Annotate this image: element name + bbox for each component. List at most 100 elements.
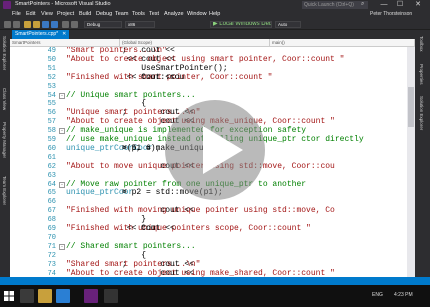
line-number: 69 [47,225,56,233]
solution-explorer-tab[interactable]: Solution Explorer [2,36,7,70]
visual-studio-taskbar-icon[interactable] [84,289,98,303]
line-number: 67 [47,207,56,216]
vertical-scrollbar[interactable] [407,47,415,277]
menu-team[interactable]: Team [115,11,128,17]
save-all-icon[interactable] [51,21,58,28]
open-file-icon[interactable] [33,21,40,28]
line-number: 55 [47,100,56,109]
menu-analyze[interactable]: Analyze [164,11,184,17]
menu-debug[interactable]: Debug [96,11,112,17]
debug-target-select[interactable]: Auto [275,21,301,28]
code-token: "About to create object using smart poin… [66,54,345,64]
forward-icon[interactable] [13,21,20,28]
line-number: 74 [47,269,56,278]
status-bar [0,277,430,285]
edge-taskbar-icon[interactable] [56,289,70,303]
code-line[interactable]: 67 cout << "Finished with moving unique … [10,206,407,216]
windows-start-icon[interactable] [4,291,14,301]
code-line[interactable]: 52 cout << "Finished with smart pointer,… [10,73,407,83]
line-number: 66 [47,198,56,207]
new-project-icon[interactable] [24,21,31,28]
solution-configuration-select[interactable]: Debug [84,21,122,28]
file-explorer-taskbar-icon[interactable] [38,289,52,303]
left-tool-window-strip: Solution Explorer Class View Property Ma… [0,30,10,277]
line-number: 54 [47,91,56,100]
save-icon[interactable] [42,21,49,28]
menu-edit[interactable]: Edit [26,11,35,17]
code-text: cout << "Finished with unique pointers s… [66,224,311,234]
visual-studio-logo-icon [3,1,11,9]
member-dropdown[interactable]: main() [270,39,415,47]
collapse-region-icon[interactable]: - [59,92,65,99]
navigation-bar: SmartPointers (Global Scope) main() [10,39,415,47]
line-number: 60 [47,144,56,153]
maximize-button[interactable]: ☐ [394,0,406,10]
code-token: << Coo [122,224,156,233]
menu-file[interactable]: File [12,11,21,17]
solution-explorer-right-tab[interactable]: Solution Explorer [419,96,424,130]
code-token: >(5, 6); [122,143,161,153]
menu-help[interactable]: Help [209,11,220,17]
code-token: "Finished with unique pointers scope, Co… [66,224,311,233]
video-play-button[interactable] [165,100,265,200]
menu-window[interactable]: Window [187,11,207,17]
play-icon [203,126,243,174]
scope-dropdown[interactable]: (Global Scope) [120,39,270,47]
language-indicator[interactable]: ENG [372,292,383,298]
code-line[interactable]: 69 cout << "Finished with unique pointer… [10,224,407,234]
document-tab-row: SmartPointers.cpp* ✕ [10,30,415,39]
clock[interactable]: 4:23 PM [394,292,413,298]
right-tool-window-strip: Toolbox Properties Solution Explorer [415,30,430,277]
code-line[interactable]: 74 cout << "About to create object using… [10,269,407,278]
user-account[interactable]: Peter Thorsteinson [370,11,412,17]
code-token: unique_ptr [66,188,115,198]
line-number: 72 [47,251,56,260]
line-number: 50 [47,55,56,64]
redo-icon[interactable] [71,21,78,28]
menu-tools[interactable]: Tools [132,11,145,17]
collapse-region-icon[interactable]: - [59,181,65,188]
menu-bar: File Edit View Project Build Debug Team … [0,10,430,19]
minimize-button[interactable]: — [378,0,390,10]
search-icon[interactable]: ⌕ [361,1,364,8]
scrollbar-thumb[interactable] [408,87,414,127]
code-token: unique_ptr [66,143,115,153]
start-debugging-button[interactable]: ▶ Local Windows Debugger [210,21,272,28]
code-text: cout << "Finished with moving unique poi… [66,206,335,216]
code-line[interactable]: 71- // Shared smart pointers... [10,242,407,252]
properties-tab[interactable]: Properties [419,64,424,85]
back-icon[interactable] [4,21,11,28]
line-number: 58 [47,127,56,136]
menu-build[interactable]: Build [79,11,91,17]
title-bar: SmartPointers - Microsoft Visual Studio … [0,0,430,10]
quick-launch-input[interactable]: Quick Launch (Ctrl+Q) [302,1,368,9]
search-taskbar-icon[interactable] [20,289,34,303]
line-number: 49 [47,47,56,55]
terminal-taskbar-icon[interactable] [104,289,118,303]
line-number: 63 [47,171,56,180]
code-text: cout << "About to create object using ma… [66,269,335,277]
window-title: SmartPointers - Microsoft Visual Studio [15,1,111,7]
code-text: cout << "Finished with smart pointer, Co… [66,73,272,83]
collapse-region-icon[interactable]: - [59,128,65,135]
menu-test[interactable]: Test [149,11,159,17]
windows-taskbar: ENG 4:23 PM [0,285,430,307]
close-button[interactable]: ✕ [412,0,424,10]
collapse-region-icon[interactable]: - [59,243,65,250]
close-tab-icon[interactable]: ✕ [62,31,66,37]
undo-icon[interactable] [62,21,69,28]
class-view-tab[interactable]: Class View [2,88,7,110]
menu-view[interactable]: View [41,11,53,17]
menu-project[interactable]: Project [57,11,74,17]
line-number: 64 [47,180,56,189]
project-dropdown[interactable]: SmartPointers [10,39,120,47]
line-number: 70 [47,233,56,242]
solution-platform-select[interactable]: x86 [125,21,155,28]
line-number: 59 [47,136,56,144]
property-manager-tab[interactable]: Property Manager [2,122,7,158]
line-number: 61 [47,153,56,162]
line-number: 56 [47,109,56,118]
toolbox-tab[interactable]: Toolbox [419,36,424,52]
tab-smartpointers-cpp[interactable]: SmartPointers.cpp* ✕ [12,30,70,39]
team-explorer-tab[interactable]: Team Explorer [2,176,7,205]
